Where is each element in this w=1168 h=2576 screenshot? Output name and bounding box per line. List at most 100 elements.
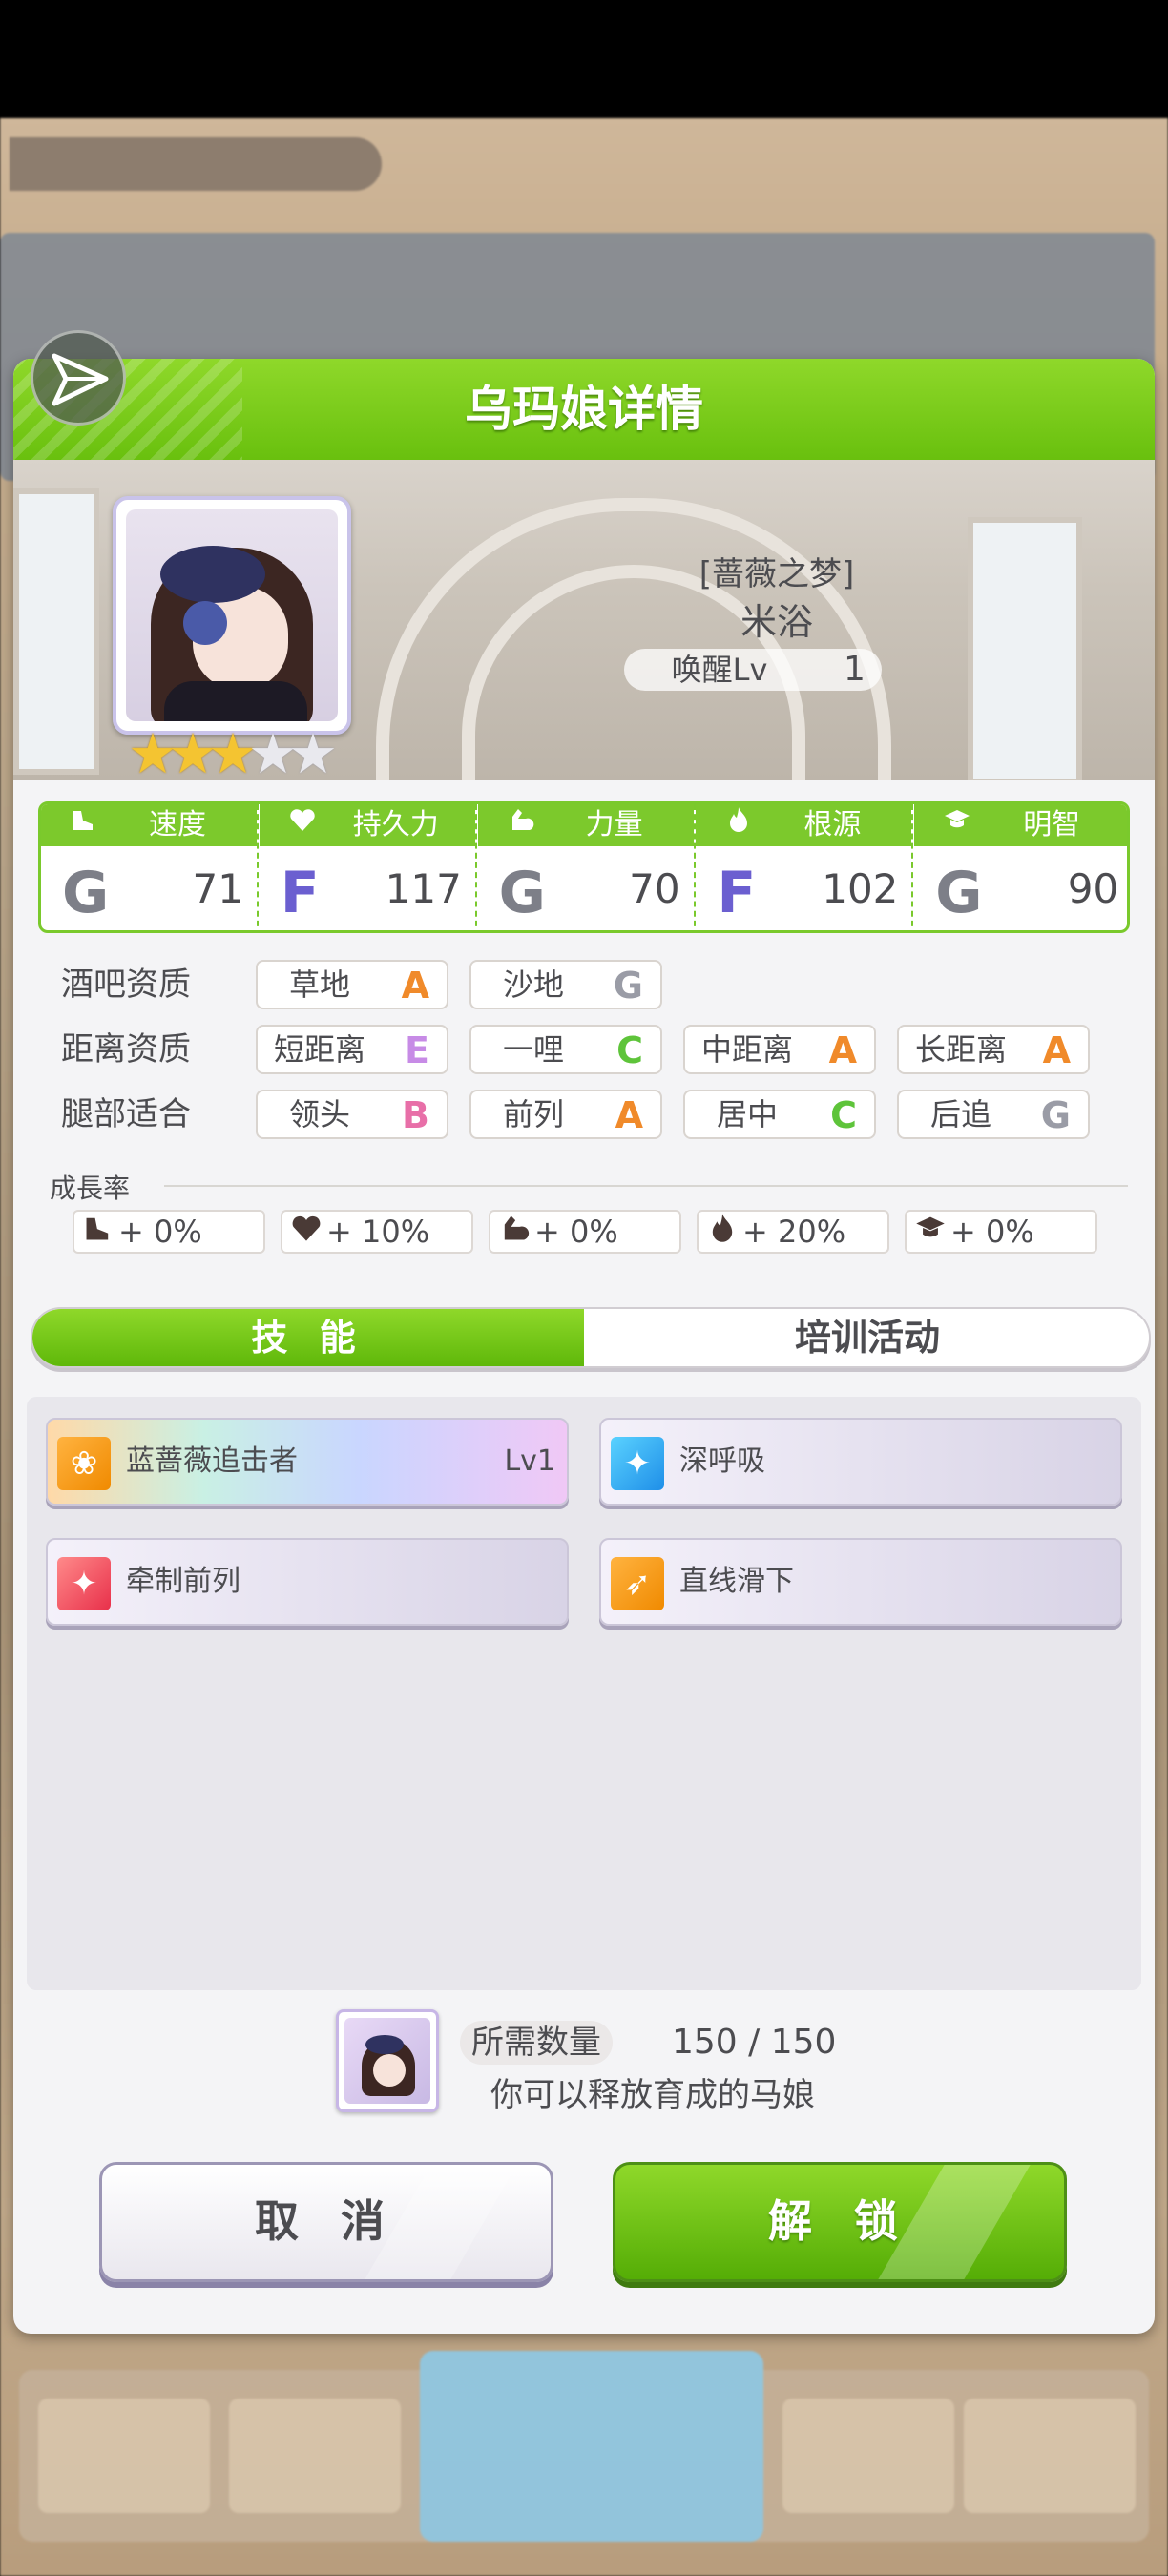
aptitude-name: 沙地 — [502, 966, 564, 1003]
stat-value: 70 — [629, 865, 680, 912]
stat-label: 明智 — [1023, 808, 1081, 841]
skill-name: 直线滑下 — [679, 1565, 794, 1598]
skill-card[interactable]: ✦ 深呼吸 — [599, 1418, 1122, 1506]
sparkle-blue-icon: ✦ — [611, 1437, 664, 1490]
stat-label: 根源 — [803, 808, 862, 841]
stat-grade: F — [280, 860, 320, 926]
awaken-level: 唤醒Lv 1 — [624, 649, 882, 691]
piece-face — [373, 2054, 406, 2087]
flame-icon — [706, 1212, 739, 1254]
growth-chip: + 20% — [697, 1210, 889, 1254]
stat-grade: G — [62, 860, 110, 926]
aptitude-rank: E — [405, 1029, 429, 1071]
aptitude-chip: 草地 A — [256, 960, 448, 1009]
background-tab-bar — [10, 137, 382, 191]
aptitude-name: 草地 — [288, 966, 350, 1003]
graduation-cap-icon — [914, 1212, 947, 1254]
aptitude-name: 前列 — [502, 1096, 564, 1132]
aptitude-chip: 沙地 G — [469, 960, 662, 1009]
skill-card[interactable]: ✦ 牵制前列 — [46, 1538, 569, 1626]
aptitude-name: 一哩 — [502, 1031, 564, 1068]
character-name: 米浴 — [740, 601, 813, 643]
aptitude-name: 短距离 — [273, 1031, 365, 1068]
growth-chip: + 0% — [489, 1210, 681, 1254]
stat-4: 明智 G 90 — [914, 804, 1127, 930]
portrait-hat — [160, 546, 265, 603]
stat-0: 速度 G 71 — [41, 804, 259, 930]
growth-title: 成長率 — [50, 1173, 131, 1204]
skill-card[interactable]: ➶ 直线滑下 — [599, 1538, 1122, 1626]
aptitude-label: 酒吧资质 — [61, 966, 191, 1004]
aptitude-rank: G — [613, 965, 643, 1007]
stat-value: 102 — [822, 865, 899, 912]
play-voice-button[interactable] — [31, 330, 126, 426]
unlock-button[interactable]: 解 锁 — [613, 2162, 1067, 2282]
star-rating: ★★★★★ — [128, 725, 338, 780]
stats-panel: 速度 G 71 持久力 F 117 力量 G 70 根源 F 102 明智 G … — [38, 801, 1130, 933]
awaken-value: 1 — [844, 650, 866, 689]
dialog-header: 乌玛娘详情 — [13, 359, 1155, 460]
growth-chip: + 0% — [905, 1210, 1097, 1254]
aptitude-name: 后追 — [929, 1096, 991, 1132]
aptitude-name: 居中 — [716, 1096, 778, 1132]
background-nav-item — [782, 2399, 954, 2513]
muscle-icon — [498, 1212, 531, 1254]
status-bar-area — [0, 0, 1168, 118]
cancel-button[interactable]: 取 消 — [99, 2162, 553, 2282]
speed-icon: ➶ — [611, 1557, 664, 1610]
aptitude-chip: 居中 C — [683, 1090, 876, 1139]
stat-label: 持久力 — [352, 808, 439, 841]
aptitude-row-distance: 距离资质 短距离 E 一哩 C 中距离 A 长距离 A — [13, 1023, 1155, 1076]
speed-rose-icon: ❀ — [57, 1437, 111, 1490]
cancel-button-label: 取 消 — [254, 2195, 398, 2247]
aptitude-name: 领头 — [288, 1096, 350, 1132]
skills-panel: ❀ 蓝蔷薇追击者 Lv1 ✦ 深呼吸 ✦ 牵制前列 ➶ 直线滑下 — [27, 1397, 1141, 1990]
growth-divider — [164, 1185, 1128, 1187]
stat-grade: G — [935, 860, 983, 926]
background-nav-item — [964, 2399, 1136, 2513]
character-epithet: [蔷薇之梦] — [699, 555, 855, 593]
growth-value: + 0% — [950, 1214, 1034, 1250]
star-empty-icon: ★ — [288, 721, 338, 780]
growth-chip: + 10% — [281, 1210, 473, 1254]
stat-grade: G — [498, 860, 546, 926]
play-icon — [52, 353, 109, 406]
heart-icon — [290, 1212, 323, 1254]
aptitude-rank: C — [616, 1029, 643, 1071]
growth-value: + 0% — [534, 1214, 618, 1250]
growth-value: + 20% — [742, 1214, 846, 1250]
portrait-rose — [183, 601, 227, 645]
aptitude-chip: 后追 G — [897, 1090, 1090, 1139]
character-piece-icon — [336, 2009, 439, 2112]
aptitude-chip: 中距离 A — [683, 1025, 876, 1074]
unlock-button-label: 解 锁 — [767, 2195, 911, 2247]
aptitude-rank: A — [828, 1029, 857, 1071]
stat-2: 力量 G 70 — [477, 804, 696, 930]
stat-label: 速度 — [149, 808, 206, 841]
growth-value: + 10% — [326, 1214, 430, 1250]
tab-skills[interactable]: 技 能 — [32, 1309, 584, 1366]
stat-3: 根源 F 102 — [696, 804, 914, 930]
aptitude-rank: A — [401, 965, 429, 1007]
portrait-art — [126, 509, 338, 721]
tab-training[interactable]: 培训活动 — [584, 1309, 1149, 1366]
background-nav-center — [420, 2351, 763, 2542]
required-amount-count: 150 / 150 — [672, 2023, 837, 2062]
aptitude-rank: A — [615, 1094, 643, 1136]
aptitude-name: 长距离 — [914, 1031, 1007, 1068]
aptitude-rank: B — [402, 1094, 429, 1136]
aptitude-row-style: 腿部适合 领头 B 前列 A 居中 C 后追 G — [13, 1088, 1155, 1141]
skill-card[interactable]: ❀ 蓝蔷薇追击者 Lv1 — [46, 1418, 569, 1506]
awaken-label: 唤醒Lv — [671, 652, 768, 688]
stat-label: 力量 — [585, 808, 643, 841]
shoe-icon — [82, 1212, 115, 1254]
unlock-note: 你可以释放育成的马娘 — [490, 2076, 815, 2114]
stat-header: 速度 — [41, 804, 257, 846]
stat-header: 持久力 — [259, 804, 475, 846]
stat-header: 明智 — [914, 804, 1127, 846]
character-portrait[interactable] — [113, 496, 351, 735]
skill-name: 深呼吸 — [679, 1444, 765, 1478]
portrait-dress — [164, 681, 307, 721]
aptitude-label: 距离资质 — [61, 1030, 191, 1069]
aptitude-chip: 一哩 C — [469, 1025, 662, 1074]
